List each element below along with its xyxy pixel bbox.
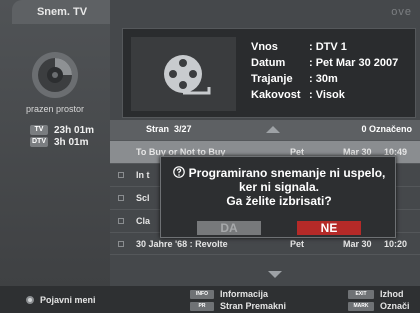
popup-menu-hint[interactable]: Pojavni meni	[26, 294, 96, 306]
scroll-down-arrow-icon[interactable]	[268, 271, 282, 278]
detail-key: Vnos	[251, 41, 278, 53]
free-space-label: prazen prostor	[25, 104, 85, 114]
mark-checkbox[interactable]	[118, 149, 124, 155]
mark-checkbox[interactable]	[118, 172, 124, 178]
dialog-message: Programirano snemanje ni uspelo, ker ni …	[165, 166, 393, 208]
brand-logo: ove	[391, 6, 412, 18]
dialog-line-3: Ga želite izbrisati?	[226, 194, 332, 208]
mark-hint[interactable]: MARK Označi	[348, 300, 410, 312]
tv-remaining-time: 23h 01m	[54, 124, 95, 136]
dialog-text-1: Programirano snemanje ni uspelo,	[188, 166, 386, 180]
yes-button[interactable]: DA	[197, 221, 261, 235]
disc-space-icon	[30, 50, 80, 100]
question-icon	[172, 166, 185, 178]
page-number: 3/27	[174, 124, 192, 134]
recording-details: Vnos : DTV 1 Datum : Pet Mar 30 2007 Tra…	[122, 28, 416, 118]
dialog-line-1: Programirano snemanje ni uspelo,	[165, 166, 393, 180]
storage-panel: Snem. TV prazen prostor TV 23h 01m DTV 3…	[0, 0, 112, 286]
detail-key: Kakovost	[251, 89, 301, 101]
tv-remaining: TV 23h 01m	[30, 124, 94, 136]
dialog-line-2: ker ni signala.	[238, 180, 320, 194]
recording-time: 10:20	[384, 239, 408, 249]
detail-key: Trajanje	[251, 73, 293, 85]
list-header: Stran 3/27 0 Označeno	[110, 120, 420, 140]
mark-checkbox[interactable]	[118, 218, 124, 224]
mark-checkbox[interactable]	[118, 241, 124, 247]
recordings-panel: ove Vnos : DTV 1 Datum: Pet Mar 30 2007…	[110, 0, 420, 286]
exit-label: Izhod	[380, 289, 404, 299]
recording-thumbnail	[131, 37, 236, 111]
info-key: INFO	[190, 289, 214, 299]
dtv-remaining-time: 3h 01m	[54, 136, 89, 148]
app-title: Snem. TV	[12, 0, 112, 24]
detail-row: Kakovost : Visok	[251, 87, 398, 103]
recorded-tv-screen: Snem. TV prazen prostor TV 23h 01m DTV 3…	[0, 0, 420, 313]
delete-failed-recording-dialog: Programirano snemanje ni uspelo, ker ni …	[160, 156, 396, 238]
page-move-label: Stran Premakni	[220, 301, 287, 311]
detail-key: Datum	[251, 57, 286, 69]
exit-hint[interactable]: EXIT Izhod	[348, 288, 404, 300]
popup-menu-label: Pojavni meni	[40, 295, 96, 305]
mark-checkbox[interactable]	[118, 195, 124, 201]
pr-key: PR	[190, 301, 214, 311]
scroll-up-arrow-icon[interactable]	[266, 126, 280, 133]
recording-title: Cla	[136, 216, 151, 226]
mark-label: Označi	[380, 301, 410, 311]
detail-row: Vnos : DTV 1	[251, 39, 398, 55]
details-list: Vnos : DTV 1 Datum : Pet Mar 30 2007 Tra…	[251, 39, 398, 103]
recording-title: In t	[136, 170, 150, 180]
recording-title: Scl	[136, 193, 150, 203]
detail-value: : Pet Mar 30 2007	[309, 57, 399, 69]
info-label: Informacija	[220, 289, 269, 299]
recording-date: Mar 30	[343, 239, 372, 249]
dtv-remaining: DTV 3h 01m	[30, 136, 88, 148]
marked-count: 0 Označeno	[361, 124, 412, 134]
info-hint[interactable]: INFO Informacija	[190, 288, 268, 300]
recording-title: 30 Jahre '68 : Revolte	[136, 239, 228, 249]
no-button[interactable]: NE	[297, 221, 361, 235]
page-label: Stran	[146, 124, 170, 134]
tv-badge: TV	[30, 125, 48, 135]
film-reel-icon	[164, 55, 211, 95]
page-move-hint[interactable]: PR Stran Premakni	[190, 300, 286, 312]
mark-key: MARK	[348, 301, 374, 311]
recording-day: Pet	[290, 239, 305, 249]
detail-row: Datum : Pet Mar 30 2007	[251, 55, 398, 71]
ok-button-icon	[26, 296, 34, 304]
detail-row: Trajanje : 30m	[251, 71, 398, 87]
detail-value: : Visok	[309, 89, 345, 101]
help-bar: Pojavni meni INFO Informacija PR Stran P…	[0, 286, 420, 313]
dtv-badge: DTV	[30, 137, 48, 147]
exit-key: EXIT	[348, 289, 374, 299]
detail-value: : 30m	[309, 73, 338, 85]
detail-value: : DTV 1	[309, 41, 347, 53]
